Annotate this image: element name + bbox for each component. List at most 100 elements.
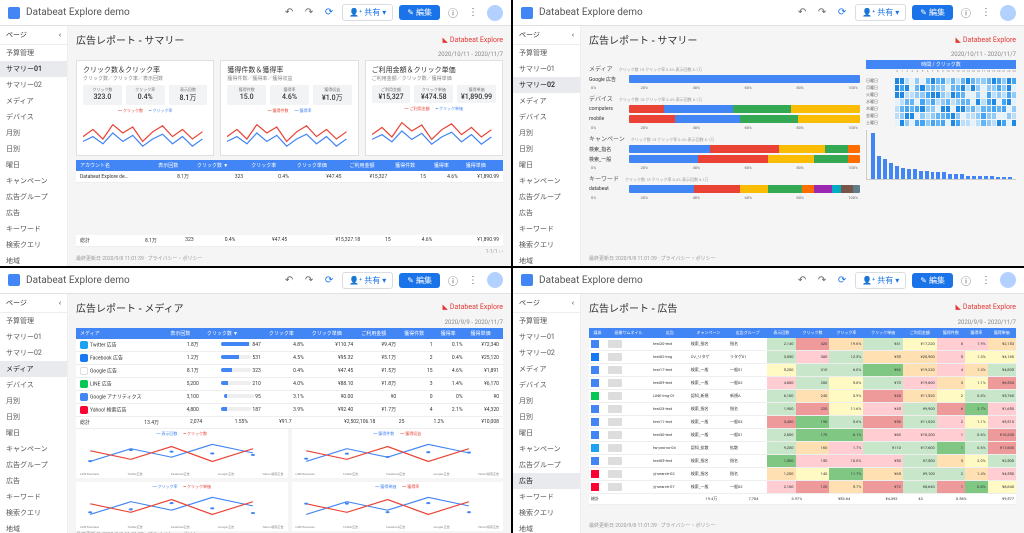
- sidebar-item-3[interactable]: メディア: [0, 93, 67, 109]
- sidebar-item-9[interactable]: 広告グループ: [0, 457, 67, 473]
- sidebar-item-5[interactable]: 月別: [513, 125, 580, 141]
- sidebar-item-2[interactable]: サマリー02: [513, 77, 580, 93]
- stacked-bar: databeat: [589, 185, 860, 193]
- sidebar-item-10[interactable]: 広告: [513, 205, 580, 221]
- table-row[interactable]: LINE 広告 5,200 210 4.0%¥88.10¥1.8万 31.4%¥…: [76, 377, 503, 390]
- help-icon[interactable]: ⓘ: [446, 6, 460, 20]
- sidebar-item-1[interactable]: サマリー01: [513, 329, 580, 345]
- sidebar-item-11[interactable]: キーワード: [513, 489, 580, 505]
- sidebar-item-8[interactable]: キャンペーン: [513, 441, 580, 457]
- sidebar-item-6[interactable]: 日別: [0, 141, 67, 157]
- avatar[interactable]: [487, 5, 503, 21]
- sidebar-item-1[interactable]: サマリー01: [0, 61, 67, 77]
- sidebar-item-2[interactable]: サマリー02: [0, 345, 67, 361]
- date-range[interactable]: 2020/10/11 - 2020/11/7: [76, 51, 503, 58]
- sidebar-item-0[interactable]: 予算管理: [0, 45, 67, 61]
- sidebar-item-7[interactable]: 曜日: [513, 157, 580, 173]
- sidebar-item-9[interactable]: 広告グループ: [513, 457, 580, 473]
- refresh-icon[interactable]: ⟳: [322, 6, 336, 20]
- undo-icon[interactable]: ↶: [795, 6, 809, 20]
- sidebar-item-10[interactable]: 広告: [0, 205, 67, 221]
- sidebar-item-8[interactable]: キャンペーン: [0, 173, 67, 189]
- table-row[interactable]: Λ test20-text検索_指名指名 2,14042019.6% ¥41¥1…: [589, 338, 1016, 351]
- sidebar-item-12[interactable]: 検索クエリ: [513, 505, 580, 521]
- sidebar-item-8[interactable]: キャンペーン: [513, 173, 580, 189]
- sidebar-item-4[interactable]: デバイス: [0, 377, 67, 393]
- table-row[interactable]: f test02-imgCV_リタゲリタゲ01 3,05038012.5% ¥5…: [589, 350, 1016, 363]
- sidebar-item-6[interactable]: 日別: [513, 409, 580, 425]
- sidebar-item-2[interactable]: サマリー02: [0, 77, 67, 93]
- sidebar-item-3[interactable]: メディア: [0, 361, 67, 377]
- sidebar-item-7[interactable]: 曜日: [513, 425, 580, 441]
- sidebar-item-6[interactable]: 日別: [0, 409, 67, 425]
- sidebar-item-13[interactable]: 地域: [513, 253, 580, 266]
- sidebar-item-5[interactable]: 月別: [0, 393, 67, 409]
- sidebar-item-5[interactable]: 月別: [0, 125, 67, 141]
- sidebar-item-12[interactable]: 検索クエリ: [0, 237, 67, 253]
- sidebar-item-1[interactable]: サマリー01: [513, 61, 580, 77]
- table-row[interactable]: Λ test09-text検索_一般一般02 4,8002805.8% ¥70¥…: [589, 376, 1016, 389]
- table-row[interactable]: Λ test23-text検索_指名指名 1,90022011.6% ¥45¥9…: [589, 402, 1016, 415]
- sidebar-item-11[interactable]: キーワード: [513, 221, 580, 237]
- date-range[interactable]: 2020/10/11 - 2020/11/7: [589, 51, 1016, 58]
- table-row[interactable]: Y yj-search-02検索_指名指名 1,20014011.7% ¥65¥…: [589, 467, 1016, 480]
- help-icon[interactable]: ⓘ: [959, 6, 973, 20]
- table-row[interactable]: Yahoo! 検索広告 4,800 187 3.9%¥92.40¥1.7万 42…: [76, 403, 503, 416]
- sidebar: ページ‹ 予算管理サマリー01サマリー02メディアデバイス月別日別曜日キャンペー…: [0, 26, 68, 266]
- sidebar-item-13[interactable]: 地域: [0, 521, 67, 533]
- table-row[interactable]: Twitter 広告 1.8万 847 4.8%¥110.74¥9.4万 10.…: [76, 339, 503, 352]
- more-icon[interactable]: ⋮: [979, 6, 993, 20]
- privacy-link[interactable]: プライバシー・ポリシー: [148, 256, 203, 262]
- table-row[interactable]: Λ test17-text検索_一般一般01 5,2003106.0% ¥62¥…: [589, 363, 1016, 376]
- table-row[interactable]: ● LINE-img-01認知_新規新規A 6,1002403.9% ¥48¥1…: [589, 389, 1016, 402]
- table-row[interactable]: 𝕏 tw-promo-04認知_拡散拡散 9,2001601.7% ¥110¥1…: [589, 441, 1016, 454]
- avatar[interactable]: [1000, 5, 1016, 21]
- sidebar-item-6[interactable]: 日別: [513, 141, 580, 157]
- table-row[interactable]: Databeat Explore de...8.1万3230.4%¥47.45¥…: [76, 171, 503, 183]
- sidebar-item-4[interactable]: デバイス: [0, 109, 67, 125]
- sidebar-item-11[interactable]: キーワード: [0, 489, 67, 505]
- sidebar-item-7[interactable]: 曜日: [0, 157, 67, 173]
- edit-button[interactable]: ✎編集: [912, 5, 953, 20]
- sidebar-item-0[interactable]: 予算管理: [513, 313, 580, 329]
- sidebar-item-5[interactable]: 月別: [513, 393, 580, 409]
- sidebar-item-12[interactable]: 検索クエリ: [513, 237, 580, 253]
- sidebar-item-0[interactable]: 予算管理: [513, 45, 580, 61]
- sidebar-item-13[interactable]: 地域: [0, 253, 67, 266]
- table-row[interactable]: Λ test30-text検索_一般一般01 2,8001706.1% ¥60¥…: [589, 428, 1016, 441]
- sidebar-item-3[interactable]: メディア: [513, 93, 580, 109]
- pane-summary01: Databeat Explore demo ↶ ↷ ⟳ 👤⁺共有 ▾ ✎編集 ⓘ…: [0, 0, 511, 266]
- table-row[interactable]: Google アナリティクス 3,100 95 3.1%¥0.00¥0 00%¥…: [76, 390, 503, 403]
- sidebar-item-9[interactable]: 広告グループ: [513, 189, 580, 205]
- sidebar-item-0[interactable]: 予算管理: [0, 313, 67, 329]
- sidebar-item-4[interactable]: デバイス: [513, 109, 580, 125]
- edit-button[interactable]: ✎編集: [399, 5, 440, 20]
- share-button[interactable]: 👤⁺共有 ▾: [342, 4, 393, 21]
- refresh-icon[interactable]: ⟳: [835, 6, 849, 20]
- table-row[interactable]: Facebook 広告 1.2万 531 4.5%¥95.32¥5.1万 20.…: [76, 351, 503, 364]
- sidebar-item-1[interactable]: サマリー01: [0, 329, 67, 345]
- redo-icon[interactable]: ↷: [815, 6, 829, 20]
- sidebar-item-4[interactable]: デバイス: [513, 377, 580, 393]
- sidebar-item-13[interactable]: 地域: [513, 521, 580, 533]
- redo-icon[interactable]: ↷: [302, 6, 316, 20]
- metric-card: 獲得件数＆獲得率獲得件数／獲得率／獲得収益獲得件数15.0獲得率4.6%獲得収益…: [220, 60, 358, 156]
- share-button[interactable]: 👤⁺共有 ▾: [855, 4, 906, 21]
- table-row[interactable]: Λ test11-text検索_一般一般03 3,4001905.6% ¥58¥…: [589, 415, 1016, 428]
- sidebar-item-2[interactable]: サマリー02: [513, 345, 580, 361]
- table-row[interactable]: Y yj-search-07検索_一般一般02 2,1001205.7% ¥72…: [589, 480, 1016, 493]
- sidebar-item-7[interactable]: 曜日: [0, 425, 67, 441]
- undo-icon[interactable]: ↶: [282, 6, 296, 20]
- sidebar-item-3[interactable]: メディア: [513, 361, 580, 377]
- sidebar-item-11[interactable]: キーワード: [0, 221, 67, 237]
- sidebar-item-12[interactable]: 検索クエリ: [0, 505, 67, 521]
- chevron-left-icon[interactable]: ‹: [59, 31, 61, 39]
- table-row[interactable]: Google 広告 8.1万 323 0.4%¥47.45¥1.5万 154.6…: [76, 364, 503, 377]
- sidebar-item-10[interactable]: 広告: [0, 473, 67, 489]
- app-title: Databeat Explore demo: [26, 7, 130, 18]
- more-icon[interactable]: ⋮: [466, 6, 480, 20]
- sidebar-item-9[interactable]: 広告グループ: [0, 189, 67, 205]
- sidebar-item-8[interactable]: キャンペーン: [0, 441, 67, 457]
- table-row[interactable]: Λ test05-text検索_指名指名 1,50015010.0% ¥50¥7…: [589, 454, 1016, 467]
- sidebar-item-10[interactable]: 広告: [513, 473, 580, 489]
